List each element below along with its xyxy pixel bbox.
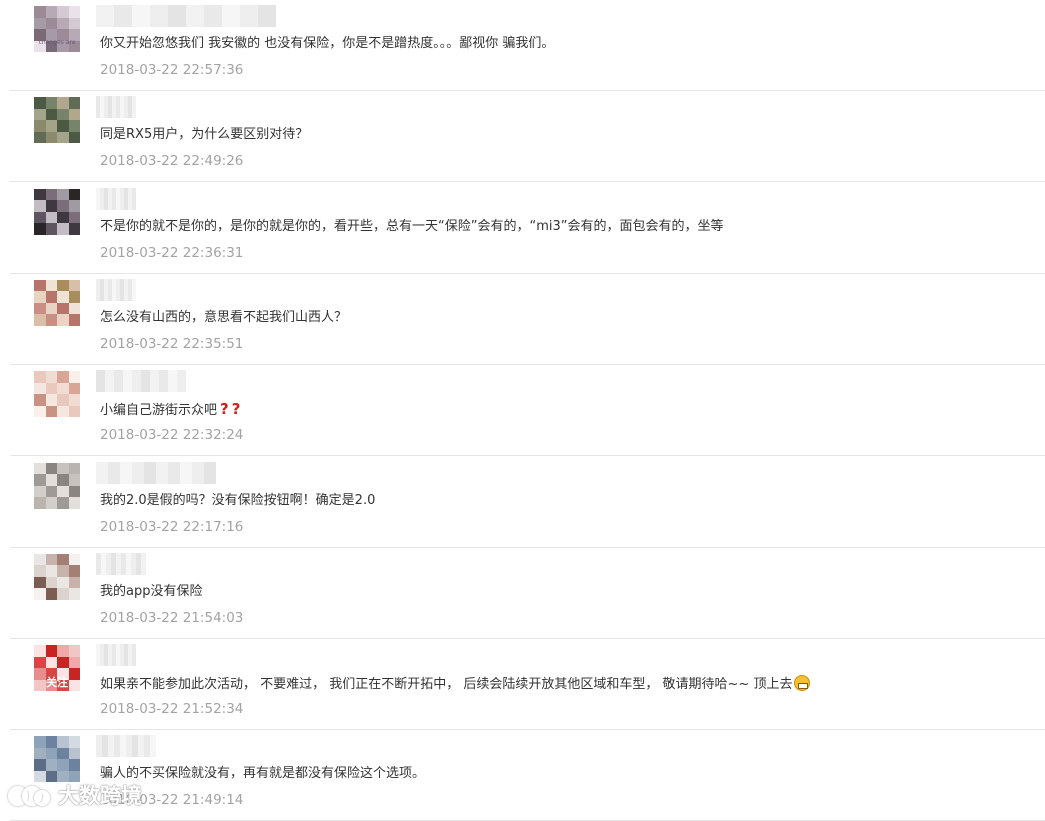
watermark-logo-icon <box>8 782 50 808</box>
comment-item: 不是你的就不是你的，是你的就是你的，看开些，总有一天“保险”会有的，“mi3”会… <box>10 182 1045 274</box>
comment-text-value: 怎么没有山西的，意思看不起我们山西人？ <box>100 309 348 325</box>
avatar[interactable] <box>34 188 80 235</box>
comment-timestamp: 2018-03-22 22:35:51 <box>100 335 244 352</box>
comment-item: 小编自己游街示众吧?? 2018-03-22 22:32:24 <box>10 364 1045 457</box>
comment-item: 同是RX5用户，为什么要区别对待？ 2018-03-22 22:49:26 <box>10 90 1045 183</box>
comment-text: 小编自己游街示众吧?? <box>100 401 240 419</box>
username-blurred[interactable] <box>96 187 136 210</box>
comment-text: 同是RX5用户，为什么要区别对待？ <box>100 127 308 143</box>
watermark: 大数跨境 <box>8 780 142 810</box>
grin-emoji-icon <box>794 675 811 692</box>
comment-text-value: 小编自己游街示众吧 <box>100 403 218 419</box>
username-blurred[interactable] <box>96 5 276 27</box>
comment-text-value: 骗人的不买保险就没有，再有就是都没有保险这个选项。 <box>100 766 426 782</box>
comment-timestamp: 2018-03-22 22:36:31 <box>100 244 244 261</box>
avatar[interactable] <box>34 462 80 509</box>
username-blurred[interactable] <box>96 278 136 301</box>
comment-timestamp: 2018-03-22 22:57:36 <box>100 62 244 78</box>
comment-text: 如果亲不能参加此次活动， 不要难过， 我们正在不断开拓中， 后续会陆续开放其他区… <box>100 675 811 693</box>
username-blurred[interactable] <box>96 370 186 393</box>
comment-item: 骗人的不买保险就没有，再有就是都没有保险这个选项。 2018-03-22 21:4… <box>10 729 1045 821</box>
username-blurred[interactable] <box>96 461 216 484</box>
question-mark-emoji-icon: ? <box>220 400 229 419</box>
comment-timestamp: 2018-03-22 21:52:34 <box>100 701 244 718</box>
comment-timestamp: 2018-03-22 22:32:24 <box>100 427 244 444</box>
avatar[interactable]: changes are <box>34 6 80 52</box>
comment-timestamp: 2018-03-22 21:54:03 <box>100 609 244 626</box>
comment-text-value: 我的app没有保险 <box>100 583 203 599</box>
watermark-text: 大数跨境 <box>58 784 142 808</box>
avatar[interactable] <box>34 736 80 783</box>
comment-text: 我的app没有保险 <box>100 584 202 600</box>
avatar[interactable] <box>34 279 80 326</box>
avatar[interactable] <box>34 553 80 600</box>
avatar-overlay-text: 关注 <box>46 676 68 690</box>
comment-item: 我的2.0是假的吗？没有保险按钮啊！确定是2.0 2018-03-22 22:17… <box>10 456 1045 548</box>
comment-item: 我的app没有保险 2018-03-22 21:54:03 <box>10 547 1045 639</box>
comment-text-value: 同是RX5用户，为什么要区别对待？ <box>100 127 309 143</box>
comment-text: 骗人的不买保险就没有，再有就是都没有保险这个选项。 <box>100 766 425 782</box>
comment-text: 你又开始忽悠我们 我安徽的 也没有保险，你是不是蹭热度。。。鄙视你 骗我们。 <box>100 36 554 52</box>
avatar-overlay-text: changes are <box>38 39 76 46</box>
comment-item: 关注 如果亲不能参加此次活动， 不要难过， 我们正在不断开拓中， 后续会陆续开放其… <box>10 638 1045 731</box>
avatar[interactable] <box>34 97 80 144</box>
comment-text-value: 如果亲不能参加此次活动， 不要难过， 我们正在不断开拓中， 后续会陆续开放其他区… <box>100 677 793 693</box>
username-blurred[interactable] <box>96 552 146 575</box>
question-mark-emoji-icon: ? <box>231 400 241 419</box>
comment-text-value: 不是你的就不是你的，是你的就是你的，看开些，总有一天“保险”会有的，“mi3”会… <box>100 218 724 234</box>
comment-timestamp: 2018-03-22 22:49:26 <box>100 153 244 170</box>
avatar[interactable]: 关注 <box>34 645 80 692</box>
comment-text-value: 你又开始忽悠我们 我安徽的 也没有保险，你是不是蹭热度。。。鄙视你 骗我们。 <box>100 36 555 51</box>
comment-text: 怎么没有山西的，意思看不起我们山西人？ <box>100 310 347 326</box>
username-blurred[interactable] <box>96 644 136 667</box>
comment-item: changes are 你又开始忽悠我们 我安徽的 也没有保险，你是不是蹭热度。。… <box>10 0 1045 91</box>
comment-timestamp: 2018-03-22 22:17:16 <box>100 518 244 535</box>
username-blurred[interactable] <box>96 96 136 119</box>
avatar[interactable] <box>34 371 80 418</box>
comment-text: 我的2.0是假的吗？没有保险按钮啊！确定是2.0 <box>100 493 375 509</box>
comment-item: 怎么没有山西的，意思看不起我们山西人？ 2018-03-22 22:35:51 <box>10 273 1045 365</box>
comment-text: 不是你的就不是你的，是你的就是你的，看开些，总有一天“保险”会有的，“mi3”会… <box>100 219 724 235</box>
comment-text-value: 我的2.0是假的吗？没有保险按钮啊！确定是2.0 <box>100 492 376 508</box>
username-blurred[interactable] <box>96 735 156 758</box>
